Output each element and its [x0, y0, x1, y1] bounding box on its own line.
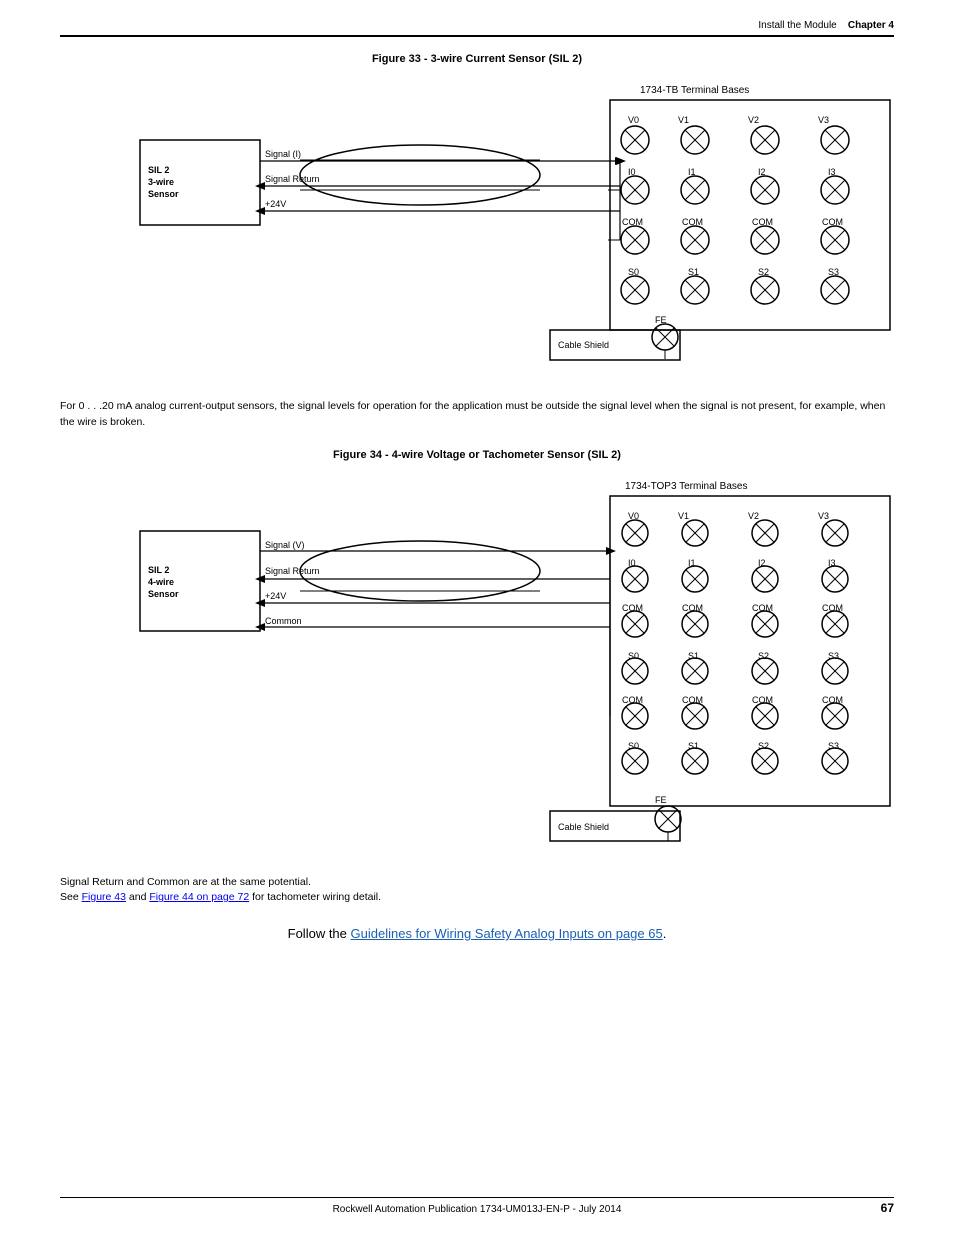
figure33-container: 1734-TB Terminal Bases V0 V1 V2 V3: [60, 75, 894, 385]
fig34-common: Common: [265, 616, 302, 626]
figure43-link[interactable]: Figure 43: [82, 891, 126, 903]
fig33-terminal-label: 1734-TB Terminal Bases: [640, 85, 749, 96]
v1-label: V1: [678, 115, 689, 125]
figure33-svg: 1734-TB Terminal Bases V0 V1 V2 V3: [60, 75, 894, 385]
follow-pre: Follow the: [288, 926, 351, 941]
header-bar: Install the Module Chapter 4: [60, 20, 894, 37]
v0-label: V0: [628, 115, 639, 125]
svg-text:Sensor: Sensor: [148, 589, 179, 599]
fig34-fe-label: FE: [655, 795, 667, 805]
follow-text: Follow the Guidelines for Wiring Safety …: [60, 926, 894, 941]
figure34-title: Figure 34 - 4-wire Voltage or Tachometer…: [60, 449, 894, 461]
footer-note-1: Signal Return and Common are at the same…: [60, 875, 894, 891]
sensor-label-3wire: 3-wire: [148, 177, 174, 187]
footer-text: Rockwell Automation Publication 1734-UM0…: [333, 1204, 622, 1215]
guidelines-link[interactable]: Guidelines for Wiring Safety Analog Inpu…: [351, 926, 663, 941]
footer-note-2-mid: and: [126, 891, 149, 903]
fig34-terminal-label: 1734-TOP3 Terminal Bases: [625, 481, 747, 492]
footer-note-2-post: for tachometer wiring detail.: [249, 891, 381, 903]
fig34-signal-return: Signal Return: [265, 566, 320, 576]
figure34-svg: 1734-TOP3 Terminal Bases V0 V1 V2 V3 I0: [60, 471, 894, 861]
signal-i-label: Signal (I): [265, 149, 301, 159]
fig34-signal-v: Signal (V): [265, 540, 305, 550]
fig34-cable-shield: Cable Shield: [558, 822, 609, 832]
figure34-container: 1734-TOP3 Terminal Bases V0 V1 V2 V3 I0: [60, 471, 894, 861]
page-footer: Rockwell Automation Publication 1734-UM0…: [60, 1197, 894, 1215]
header-section: Install the Module: [758, 20, 836, 31]
body-text-fig33: For 0 . . .20 mA analog current-output s…: [60, 399, 894, 431]
header-chapter: Chapter 4: [848, 20, 894, 31]
figure33-title: Figure 33 - 3-wire Current Sensor (SIL 2…: [60, 53, 894, 65]
sensor-label-sil2: SIL 2: [148, 165, 169, 175]
footer-notes: Signal Return and Common are at the same…: [60, 875, 894, 907]
plus24v-label: +24V: [265, 199, 286, 209]
follow-post: .: [663, 926, 667, 941]
v2-label: V2: [748, 115, 759, 125]
signal-return-label: Signal Return: [265, 174, 320, 184]
footer-note-2-pre: See: [60, 891, 82, 903]
cable-shield-label: Cable Shield: [558, 340, 609, 350]
svg-text:V1: V1: [678, 511, 689, 521]
svg-text:V2: V2: [748, 511, 759, 521]
sensor-label-sensor: Sensor: [148, 189, 179, 199]
svg-text:SIL 2: SIL 2: [148, 565, 169, 575]
header-text: Install the Module Chapter 4: [758, 20, 894, 31]
svg-text:4-wire: 4-wire: [148, 577, 174, 587]
fig34-plus24v: +24V: [265, 591, 286, 601]
page-number: 67: [881, 1201, 894, 1215]
page: Install the Module Chapter 4 Figure 33 -…: [0, 0, 954, 1235]
v3-label: V3: [818, 115, 829, 125]
footer-note-2: See Figure 43 and Figure 44 on page 72 f…: [60, 890, 894, 906]
figure44-link[interactable]: Figure 44 on page 72: [149, 891, 249, 903]
svg-text:V3: V3: [818, 511, 829, 521]
